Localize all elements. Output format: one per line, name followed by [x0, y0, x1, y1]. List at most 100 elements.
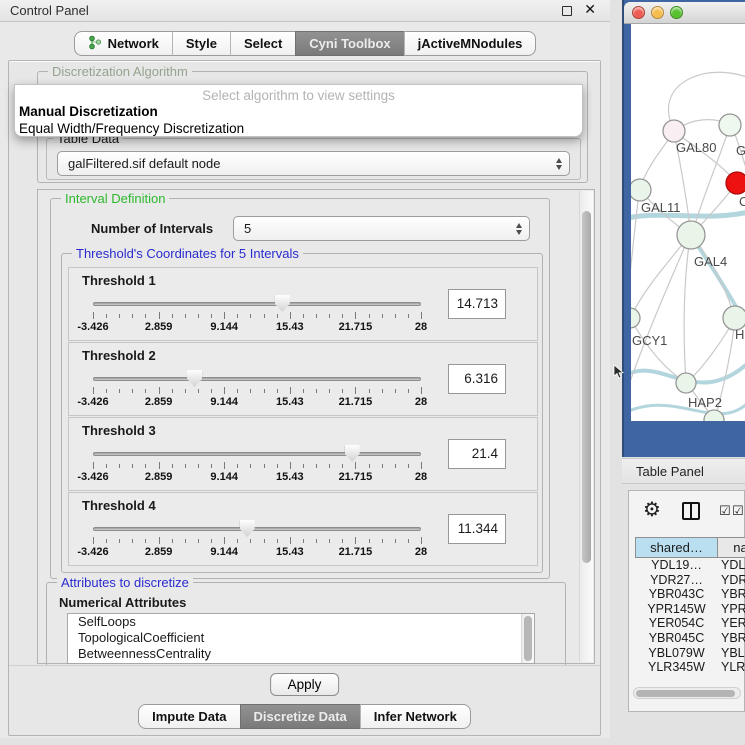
stepper-icon	[516, 223, 522, 235]
attribute-list-item[interactable]: TopologicalCoefficient	[68, 630, 534, 646]
threshold-value-field[interactable]: 14.713	[448, 289, 506, 319]
table-row[interactable]: YBR045CYBR0	[635, 631, 745, 646]
table-data-combobox[interactable]: galFiltered.sif default node	[57, 151, 570, 176]
table-row[interactable]: YDL19…YDL1	[635, 558, 745, 573]
table-column-header-na[interactable]: na	[718, 537, 745, 558]
bottom-tab-discretize-data[interactable]: Discretize Data	[240, 704, 360, 729]
threshold-slider-track[interactable]	[93, 452, 421, 456]
tick-mark	[132, 389, 133, 393]
network-node[interactable]	[726, 172, 745, 194]
tab-label: jActiveMNodules	[418, 36, 523, 51]
threshold-row-threshold-4: Threshold 4-3.4262.8599.14415.4321.71528…	[68, 492, 538, 566]
tick-mark	[421, 537, 422, 544]
tick-mark	[421, 462, 422, 469]
bottom-tab-infer-network[interactable]: Infer Network	[360, 704, 471, 729]
network-node-gcy1[interactable]	[631, 308, 640, 328]
threshold-label: Threshold 3	[82, 423, 156, 438]
tick-mark	[408, 389, 409, 393]
close-light[interactable]	[632, 6, 645, 19]
network-node-label: GAL80	[676, 140, 716, 155]
table-row[interactable]: YIL052CYIL0	[635, 675, 745, 677]
network-edge[interactable]	[688, 320, 734, 381]
tab-network[interactable]: Network	[74, 31, 172, 56]
table-row[interactable]: YLR345WYLR3	[635, 660, 745, 675]
tab-jactivemnodules[interactable]: jActiveMNodules	[404, 31, 537, 56]
tick-mark	[329, 314, 330, 318]
network-node-hap2[interactable]	[676, 373, 696, 393]
tick-mark	[264, 539, 265, 543]
tick-mark	[316, 389, 317, 393]
threshold-slider-track[interactable]	[93, 527, 421, 531]
tick-mark	[290, 387, 291, 394]
settings-scrollbar-thumb[interactable]	[582, 211, 591, 563]
tick-mark	[316, 314, 317, 318]
attribute-list-item[interactable]: BetweennessCentrality	[68, 646, 534, 662]
close-icon[interactable]: ✕	[584, 1, 596, 18]
algorithm-dropdown-popup: Select algorithm to view settings Manual…	[14, 84, 583, 137]
bottom-tab-impute-data[interactable]: Impute Data	[138, 704, 239, 729]
network-canvas[interactable]: GAL80GAL11GAL4GCY1HAP2GACH	[631, 24, 745, 421]
numerical-attributes-list[interactable]: SelfLoopsTopologicalCoefficientBetweenne…	[67, 613, 535, 664]
tick-mark	[342, 389, 343, 393]
algorithm-option-manual-discretization[interactable]: Manual Discretization	[19, 104, 578, 119]
tick-label: -3.426	[63, 546, 123, 558]
checkbox-icon[interactable]: ☑	[732, 503, 744, 519]
settings-vertical-scrollbar[interactable]	[579, 191, 593, 662]
list-scrollbar[interactable]	[521, 614, 534, 664]
algorithm-option-equal-width-frequency[interactable]: Equal Width/Frequency Discretization	[19, 121, 578, 136]
network-node-gal80[interactable]	[663, 120, 685, 142]
checkbox-icon[interactable]: ☑	[719, 503, 731, 519]
tick-mark	[132, 314, 133, 318]
threshold-row-threshold-3: Threshold 3-3.4262.8599.14415.4321.71528…	[68, 417, 538, 491]
threshold-slider-track[interactable]	[93, 302, 421, 306]
table-cell-name: YPR1	[721, 602, 745, 616]
tick-label: 9.144	[194, 546, 254, 558]
table-horizontal-scrollbar[interactable]	[633, 687, 741, 699]
tick-mark	[277, 314, 278, 318]
network-edge[interactable]	[684, 237, 690, 382]
tick-mark	[369, 389, 370, 393]
tick-mark	[198, 314, 199, 318]
list-scrollbar-thumb[interactable]	[524, 616, 532, 661]
tick-mark	[395, 464, 396, 468]
threshold-value-field[interactable]: 11.344	[448, 514, 506, 544]
tick-label: 28	[391, 546, 451, 558]
tick-mark	[224, 537, 225, 544]
network-node[interactable]	[719, 114, 741, 136]
threshold-slider-thumb[interactable]	[240, 520, 255, 537]
threshold-slider-track[interactable]	[93, 377, 421, 381]
threshold-slider-thumb[interactable]	[275, 295, 290, 312]
tick-mark	[198, 389, 199, 393]
table-row[interactable]: YER054CYER0	[635, 616, 745, 631]
table-row[interactable]: YPR145WYPR1	[635, 602, 745, 617]
threshold-value-field[interactable]: 21.4	[448, 439, 506, 469]
tab-select[interactable]: Select	[230, 31, 295, 56]
tick-mark	[172, 464, 173, 468]
control-panel-window: Control Panel ✕ NetworkStyleSelectCyni T…	[0, 0, 610, 738]
threshold-slider-thumb[interactable]	[187, 370, 202, 387]
table-scrollbar-thumb[interactable]	[636, 690, 735, 697]
threshold-value-field[interactable]: 6.316	[448, 364, 506, 394]
apply-button[interactable]: Apply	[270, 673, 340, 696]
gear-icon[interactable]: ⚙	[643, 497, 661, 522]
network-node-gal11[interactable]	[631, 179, 651, 201]
table-cell-name: YLR3	[721, 660, 745, 674]
minimize-light[interactable]	[651, 6, 664, 19]
number-of-intervals-combobox[interactable]: 5	[233, 216, 530, 241]
table-cell-shared-name: YPR145W	[635, 602, 718, 616]
table-column-header-shared-[interactable]: shared…	[635, 537, 718, 558]
columns-icon[interactable]	[682, 502, 700, 520]
table-row[interactable]: YBR043CYBR0	[635, 587, 745, 602]
tick-label: 28	[391, 396, 451, 408]
table-row[interactable]: YBL079WYBL0	[635, 646, 745, 661]
float-window-icon[interactable]	[562, 6, 572, 16]
attribute-list-item[interactable]: SelfLoops	[68, 614, 534, 630]
tab-cyni-toolbox[interactable]: Cyni Toolbox	[295, 31, 403, 56]
table-row[interactable]: YDR27…YDR2	[635, 573, 745, 588]
threshold-slider-thumb[interactable]	[345, 445, 360, 462]
tab-style[interactable]: Style	[172, 31, 230, 56]
zoom-light[interactable]	[670, 6, 683, 19]
tick-mark	[382, 539, 383, 543]
network-node-gal4[interactable]	[677, 221, 705, 249]
tick-label: 21.715	[325, 321, 385, 333]
